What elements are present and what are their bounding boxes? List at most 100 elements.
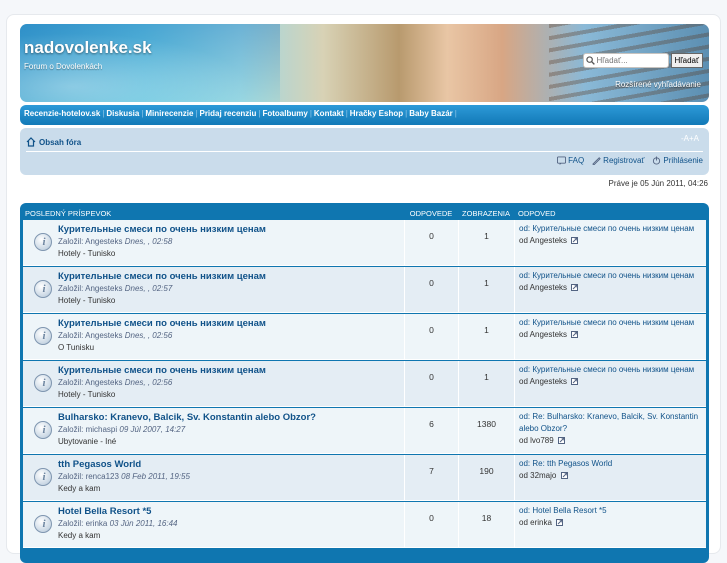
nav-item-fotoalbumy[interactable]: Fotoalbumy [262,109,307,118]
search-icon [585,56,595,65]
last-post-author[interactable]: od Angesteks [519,283,567,292]
last-post-author[interactable]: od Angesteks [519,330,567,339]
topic-info-icon: i [34,421,52,439]
view-latest-post-icon[interactable] [571,283,579,292]
topic-table: POSLEDNÝ PRÍSPEVOK ODPOVEDE ZOBRAZENIA O… [20,203,709,563]
topic-date: 08 Feb 2011, 19:55 [121,472,190,481]
view-latest-post-icon[interactable] [556,518,564,527]
view-latest-post-icon[interactable] [571,236,579,245]
header-topic: POSLEDNÝ PRÍSPEVOK [25,208,112,218]
last-post-author[interactable]: od erinka [519,518,552,527]
topic-author[interactable]: Angesteks [85,378,122,387]
last-post-author[interactable]: od Angesteks [519,377,567,386]
breadcrumb[interactable]: Obsah fóra [26,137,81,147]
forum-link[interactable]: Hotely - Tunisko [58,295,404,307]
topic-date: Dnes, , 02:58 [124,237,173,246]
topic-title-link[interactable]: Hotel Bella Resort *5 [58,506,404,518]
table-row: i Hotel Bella Resort *5 Založil: erinka … [23,502,706,548]
topic-date: Dnes, , 02:57 [124,284,173,293]
login-label: Prihlásenie [663,156,703,165]
nav-item-recenzie-hotelov[interactable]: Recenzie-hotelov.sk [24,109,100,118]
nav-item-minirecenzie[interactable]: Minirecenzie [145,109,193,118]
nav-separator: | [102,109,105,118]
topic-author[interactable]: Angesteks [85,331,122,340]
view-latest-post-icon[interactable] [557,436,566,445]
view-latest-post-icon[interactable] [571,377,579,386]
topic-author[interactable]: Angesteks [85,237,122,246]
topic-cell: i Bulharsko: Kranevo, Balcik, Sv. Konsta… [23,408,404,453]
replies-count: 0 [404,314,458,359]
topic-title-link[interactable]: Курительные смеси по очень низким ценам [58,365,404,377]
register-link[interactable]: Registrovať [592,156,644,165]
topic-cell: i Курительные смеси по очень низким цена… [23,220,404,265]
last-post-cell: od: Курительные смеси по очень низким це… [514,267,706,312]
last-post-author[interactable]: od Angesteks [519,236,567,245]
topic-author[interactable]: erinka [86,519,108,528]
last-post-link[interactable]: od: Курительные смеси по очень низким це… [519,365,694,374]
topic-author[interactable]: renca123 [86,472,119,481]
login-link[interactable]: Prihlásenie [652,156,703,165]
last-post-link[interactable]: od: Курительные смеси по очень низким це… [519,224,694,233]
forum-link[interactable]: Kedy a kam [58,483,404,495]
topic-title-link[interactable]: Курительные смеси по очень низким ценам [58,318,404,330]
topic-title-link[interactable]: tth Pegasos World [58,459,404,471]
advanced-search-link[interactable]: Rozšírené vyhľadávanie [615,80,701,89]
home-icon [26,137,36,147]
nav-item-hracky-eshop[interactable]: Hračky Eshop [350,109,403,118]
nav-item-diskusia[interactable]: Diskusia [106,109,139,118]
forum-link[interactable]: Kedy a kam [58,530,404,542]
last-post-link[interactable]: od: Re: Bulharsko: Kranevo, Balcik, Sv. … [519,412,698,433]
last-post-link[interactable]: od: Hotel Bella Resort *5 [519,506,607,515]
topic-meta: Založil: Angesteks Dnes, , 02:56 [58,377,404,389]
breadcrumb-panel: Obsah fóra -A+A FAQ Registrovať Prihláse… [20,128,709,175]
topic-date: Dnes, , 02:56 [124,331,173,340]
nav-item-pridaj-recenziu[interactable]: Pridaj recenziu [199,109,256,118]
last-post-author[interactable]: od lvo789 [519,436,554,445]
nav-item-kontakt[interactable]: Kontakt [314,109,344,118]
last-post-cell: od: Hotel Bella Resort *5 od erinka [514,502,706,547]
topic-date: Dnes, , 02:56 [124,378,173,387]
topic-meta: Založil: Angesteks Dnes, , 02:56 [58,330,404,342]
replies-count: 6 [404,408,458,453]
forum-link[interactable]: Hotely - Tunisko [58,389,404,401]
last-post-link[interactable]: od: Курительные смеси по очень низким це… [519,318,694,327]
author-prefix: Založil: [58,284,86,293]
forum-link[interactable]: Hotely - Tunisko [58,248,404,260]
topic-meta: Založil: Angesteks Dnes, , 02:57 [58,283,404,295]
nav-separator: | [141,109,144,118]
faq-icon [557,156,567,165]
forum-link[interactable]: O Tunisku [58,342,404,354]
font-size-toggle[interactable]: -A+A [681,134,699,143]
site-title[interactable]: nadovolenke.sk [24,38,152,58]
divider [26,151,703,152]
replies-count: 0 [404,502,458,547]
replies-count: 0 [404,220,458,265]
author-prefix: Založil: [58,519,86,528]
topic-author[interactable]: Angesteks [85,284,122,293]
topic-author[interactable]: michaspi [86,425,118,434]
topic-title-link[interactable]: Курительные смеси по очень низким ценам [58,224,404,236]
topic-info-icon: i [34,280,52,298]
header-last-post: ODPOVED [518,208,556,218]
last-post-cell: od: Курительные смеси по очень низким це… [514,220,706,265]
topic-info-icon: i [34,327,52,345]
view-latest-post-icon[interactable] [560,471,569,480]
author-prefix: Založil: [58,331,86,340]
author-prefix: Založil: [58,425,86,434]
table-body: i Курительные смеси по очень низким цена… [23,220,706,548]
last-post-link[interactable]: od: Re: tth Pegasos World [519,459,612,468]
faq-link[interactable]: FAQ [557,156,584,165]
last-post-author[interactable]: od 32majo [519,471,556,480]
nav-separator: | [345,109,348,118]
search-button[interactable]: Hľadať [670,53,703,68]
view-latest-post-icon[interactable] [571,330,579,339]
topic-title-link[interactable]: Bulharsko: Kranevo, Balcik, Sv. Konstant… [58,412,404,424]
nav-item-baby-bazar[interactable]: Baby Bazár [409,109,453,118]
breadcrumb-home[interactable]: Obsah fóra [39,138,81,147]
last-post-link[interactable]: od: Курительные смеси по очень низким це… [519,271,694,280]
main-nav: Recenzie-hotelov.sk | Diskusia | Minirecenzi… [20,105,709,125]
search-input[interactable] [582,53,669,68]
views-count: 1 [458,361,514,406]
topic-title-link[interactable]: Курительные смеси по очень низким ценам [58,271,404,283]
forum-link[interactable]: Ubytovanie - Iné [58,436,404,448]
